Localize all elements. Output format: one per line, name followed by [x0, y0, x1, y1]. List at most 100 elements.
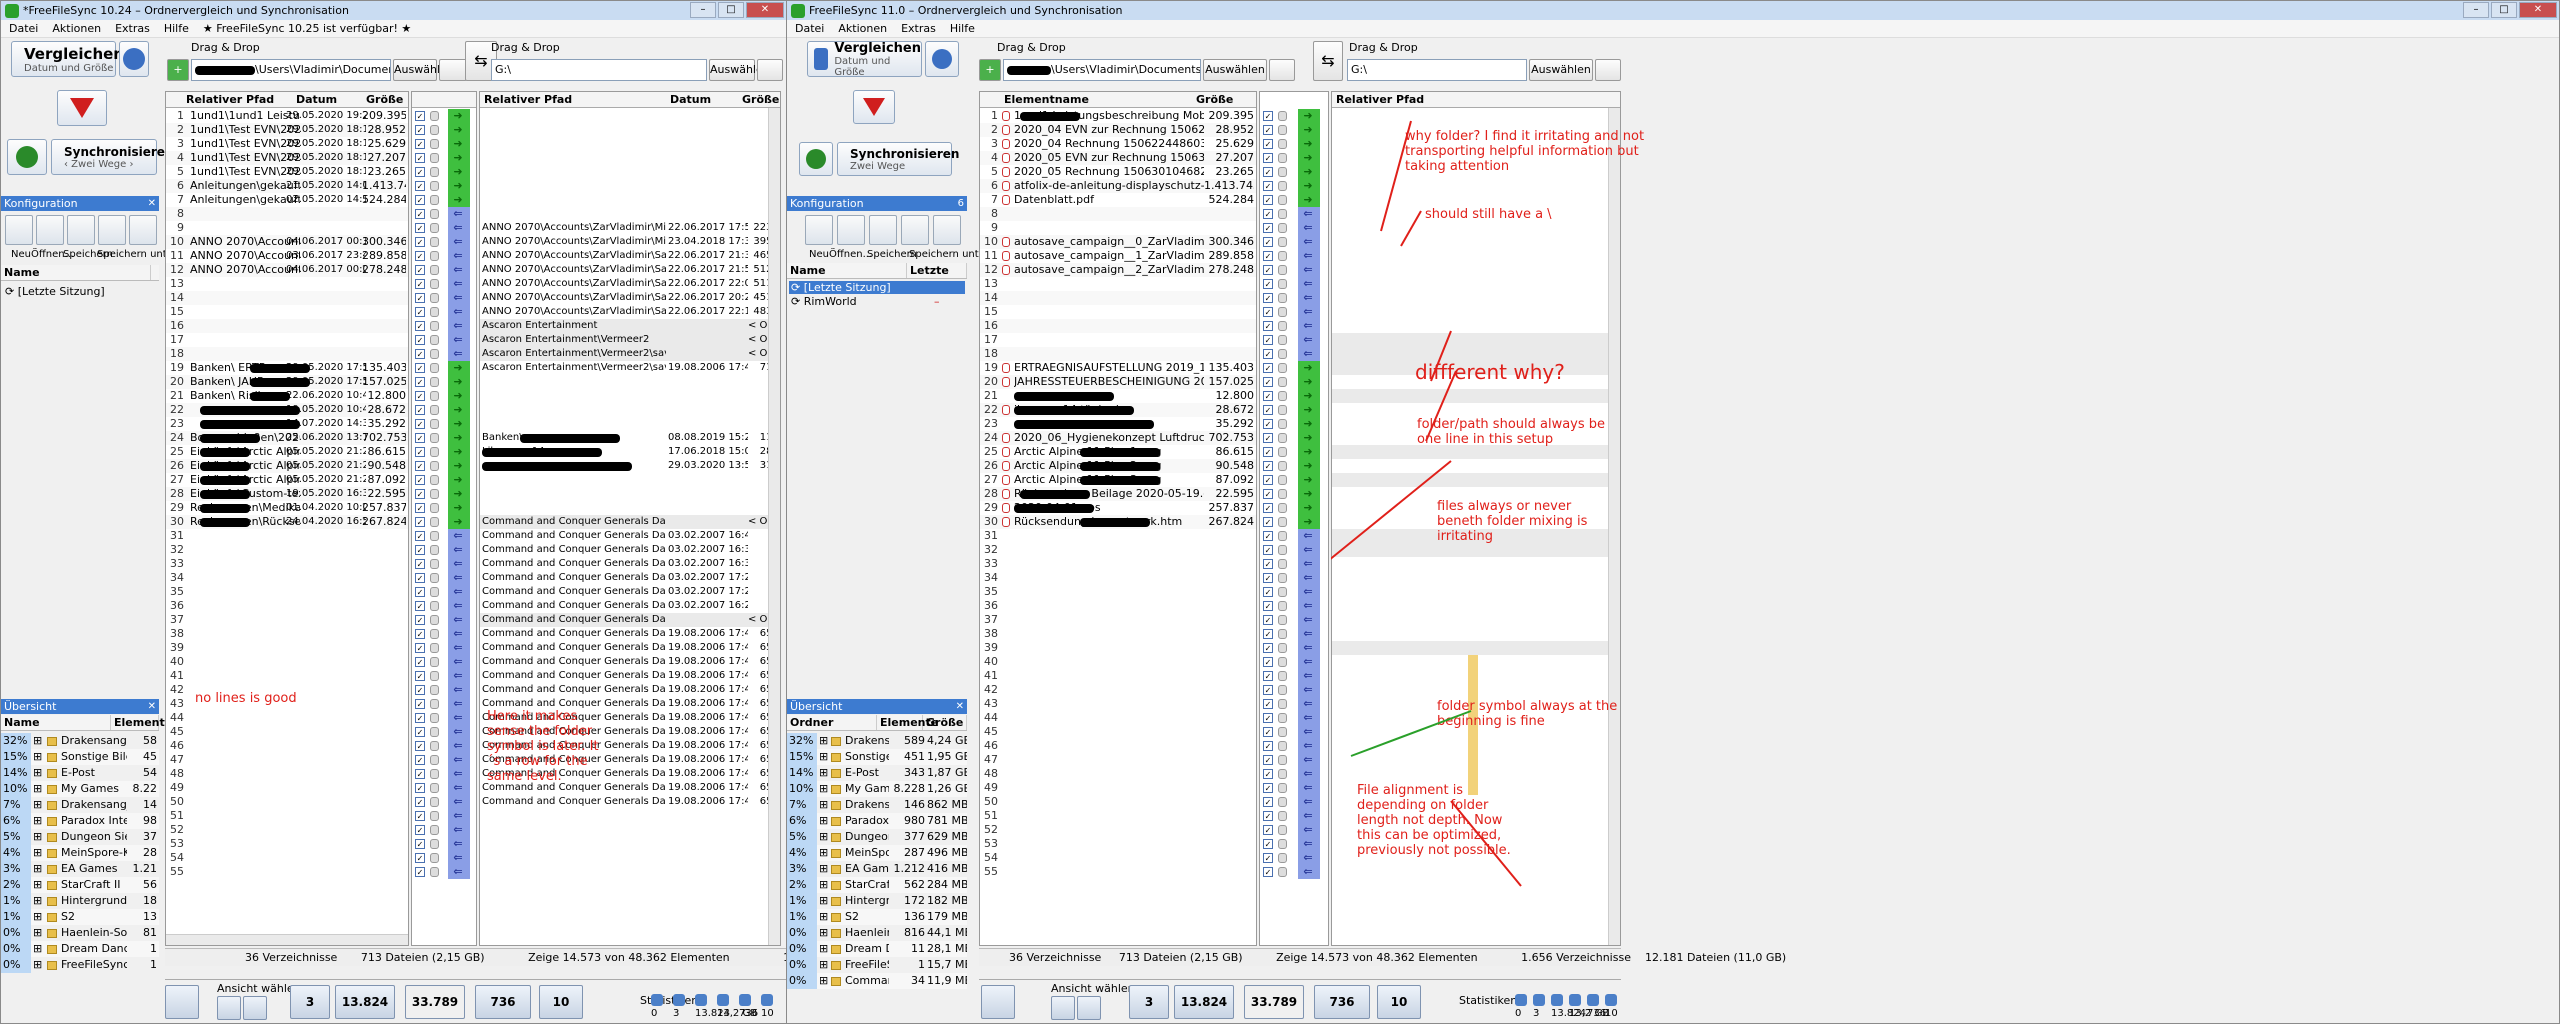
- overview-col-size[interactable]: Größe: [923, 715, 967, 730]
- overview-row[interactable]: 32%⊞ Drakensang 5894,24 GB: [787, 733, 967, 749]
- row-checkbox[interactable]: ✓: [415, 797, 425, 807]
- table-row[interactable]: 36: [166, 599, 408, 613]
- sync-arrow-icon[interactable]: ➜: [450, 390, 466, 401]
- table-row[interactable]: ANNO 2070\Accounts\ZarVladimir\Savegames…: [480, 249, 780, 263]
- table-row[interactable]: 7 Datenblatt.pdf 524.284: [980, 193, 1256, 207]
- sync-arrow-icon[interactable]: ⇐: [450, 628, 466, 639]
- row-checkbox[interactable]: ✓: [1263, 391, 1273, 401]
- table-row[interactable]: 9: [980, 221, 1256, 235]
- row-checkbox[interactable]: ✓: [415, 363, 425, 373]
- row-checkbox[interactable]: ✓: [415, 419, 425, 429]
- table-row[interactable]: 5 1und1\Test EVN\2020_05 Rec...29.05.2020…: [166, 165, 408, 179]
- row-checkbox[interactable]: ✓: [1263, 125, 1273, 135]
- add-folder-pair-button[interactable]: +: [167, 59, 189, 81]
- table-row[interactable]: 12 autosave_campaign__2_ZarVladimir.sww 27…: [980, 263, 1256, 277]
- table-row[interactable]: 51: [166, 809, 408, 823]
- overview-row[interactable]: 15%⊞ Sonstige B... 4511,95 GB: [787, 749, 967, 765]
- sync-arrow-icon[interactable]: ⇐: [1300, 684, 1316, 695]
- col-date[interactable]: Datum: [296, 93, 337, 106]
- tree-row[interactable]: WorldBuilder.ini: [1332, 627, 1620, 641]
- table-row[interactable]: 33: [980, 557, 1256, 571]
- row-checkbox[interactable]: ✓: [415, 209, 425, 219]
- open-config-button[interactable]: [837, 215, 865, 245]
- overview-row[interactable]: 7%⊞ Drakensang_TR... 14: [1, 797, 159, 813]
- row-checkbox[interactable]: ✓: [1263, 279, 1273, 289]
- table-row[interactable]: 47: [980, 753, 1256, 767]
- sync-arrow-icon[interactable]: ⇐: [450, 334, 466, 345]
- row-checkbox[interactable]: ✓: [1263, 517, 1273, 527]
- tree-row[interactable]: Command and Conquer Generals Data: [1332, 543, 1620, 557]
- sync-arrow-icon[interactable]: ➜: [1300, 362, 1316, 373]
- sync-arrow-icon[interactable]: ➜: [450, 432, 466, 443]
- col-rel-path[interactable]: Relativer Pfad: [484, 93, 572, 106]
- sync-arrow-icon[interactable]: ⇐: [1300, 292, 1316, 303]
- row-checkbox[interactable]: ✓: [1263, 783, 1273, 793]
- overview-row[interactable]: 0%⊞ Dream Dance W... 1: [1, 941, 159, 957]
- sync-arrow-icon[interactable]: ➜: [1300, 152, 1316, 163]
- overview-col-folder[interactable]: Ordner: [787, 715, 877, 730]
- row-checkbox[interactable]: ✓: [1263, 559, 1273, 569]
- row-checkbox[interactable]: ✓: [415, 853, 425, 863]
- table-row[interactable]: 53: [980, 837, 1256, 851]
- table-row[interactable]: Command and Conquer Generals Data MapPre…: [480, 613, 780, 627]
- overview-row[interactable]: 14% ⊞ E-Post 54: [1, 765, 159, 781]
- table-row[interactable]: 24 2020_06_Hygienekonzept Luftdruck.pdf 70…: [980, 431, 1256, 445]
- row-checkbox[interactable]: ✓: [415, 139, 425, 149]
- sync-arrow-icon[interactable]: ⇐: [450, 586, 466, 597]
- row-checkbox[interactable]: ✓: [1263, 531, 1273, 541]
- row-checkbox[interactable]: ✓: [1263, 139, 1273, 149]
- sync-arrow-icon[interactable]: ⇐: [450, 614, 466, 625]
- row-checkbox[interactable]: ✓: [1263, 839, 1273, 849]
- table-row[interactable]: 44: [980, 711, 1256, 725]
- row-checkbox[interactable]: ✓: [1263, 153, 1273, 163]
- sync-arrow-icon[interactable]: ⇐: [450, 670, 466, 681]
- overview-col-name[interactable]: Name: [1, 715, 111, 730]
- table-row[interactable]: 36: [980, 599, 1256, 613]
- close-icon[interactable]: ✕: [956, 699, 964, 714]
- table-row[interactable]: ANNO 2070\Accounts\ZarVladimir\Missions …: [480, 235, 780, 249]
- tree-row[interactable]: [1332, 403, 1620, 417]
- sync-arrow-icon[interactable]: ⇐: [450, 572, 466, 583]
- sync-arrow-icon[interactable]: ⇐: [1300, 530, 1316, 541]
- overview-row[interactable]: 1% ⊞ S2 136 179 MB: [787, 909, 967, 925]
- row-checkbox[interactable]: ✓: [1263, 433, 1273, 443]
- count-create-right[interactable]: 10: [1377, 985, 1421, 1019]
- table-row[interactable]: 8: [980, 207, 1256, 221]
- right-select-button[interactable]: Auswählen: [709, 59, 770, 81]
- maximize-button[interactable]: □: [718, 2, 744, 18]
- table-row[interactable]: 16: [166, 319, 408, 333]
- table-row[interactable]: 50: [980, 795, 1256, 809]
- swap-sides-button[interactable]: ⇆: [1313, 41, 1343, 81]
- sync-settings-button[interactable]: [7, 139, 47, 175]
- overview-row[interactable]: 2% ⊞ StarCraft II 56: [1, 877, 159, 893]
- config-item-last-session[interactable]: ⟳ [Letzte Sitzung]: [5, 285, 105, 298]
- table-row[interactable]: 41: [166, 669, 408, 683]
- col-size[interactable]: Größe: [366, 93, 403, 106]
- overview-row[interactable]: 0%⊞ Haenlein-Softw... 81: [1, 925, 159, 941]
- row-checkbox[interactable]: ✓: [415, 223, 425, 233]
- add-folder-pair-button[interactable]: +: [979, 59, 1001, 81]
- row-checkbox[interactable]: ✓: [1263, 685, 1273, 695]
- row-checkbox[interactable]: ✓: [415, 699, 425, 709]
- tree-row[interactable]: Ascaron Entertainment\Vermeer2: [1332, 347, 1620, 361]
- row-checkbox[interactable]: ✓: [1263, 363, 1273, 373]
- row-checkbox[interactable]: ✓: [1263, 265, 1273, 275]
- row-checkbox[interactable]: ✓: [415, 727, 425, 737]
- table-row[interactable]: 14: [980, 291, 1256, 305]
- config-name-col[interactable]: Name: [1, 265, 151, 280]
- row-checkbox[interactable]: ✓: [1263, 349, 1273, 359]
- sync-arrow-icon[interactable]: ⇐: [1300, 278, 1316, 289]
- overview-row[interactable]: 0%⊞ Haenlein-... 81644,1 MB: [787, 925, 967, 941]
- count-create-right[interactable]: 10: [539, 985, 583, 1019]
- table-row[interactable]: 18: [980, 347, 1256, 361]
- table-row[interactable]: Command and Conquer Generals Data Releas…: [480, 557, 780, 571]
- sync-arrow-icon[interactable]: ➜: [450, 460, 466, 471]
- sync-arrow-icon[interactable]: ➜: [450, 376, 466, 387]
- left-select-button[interactable]: Auswählen: [393, 59, 454, 81]
- row-checkbox[interactable]: ✓: [415, 377, 425, 387]
- table-row[interactable]: 13: [166, 277, 408, 291]
- tree-row[interactable]: Command and Conquer Generals Data MapPre…: [1332, 641, 1620, 655]
- file-row[interactable]: Chapter03_3.mission: [1332, 235, 1620, 249]
- table-row[interactable]: [480, 389, 780, 403]
- menu-hilfe[interactable]: Hilfe: [950, 22, 975, 35]
